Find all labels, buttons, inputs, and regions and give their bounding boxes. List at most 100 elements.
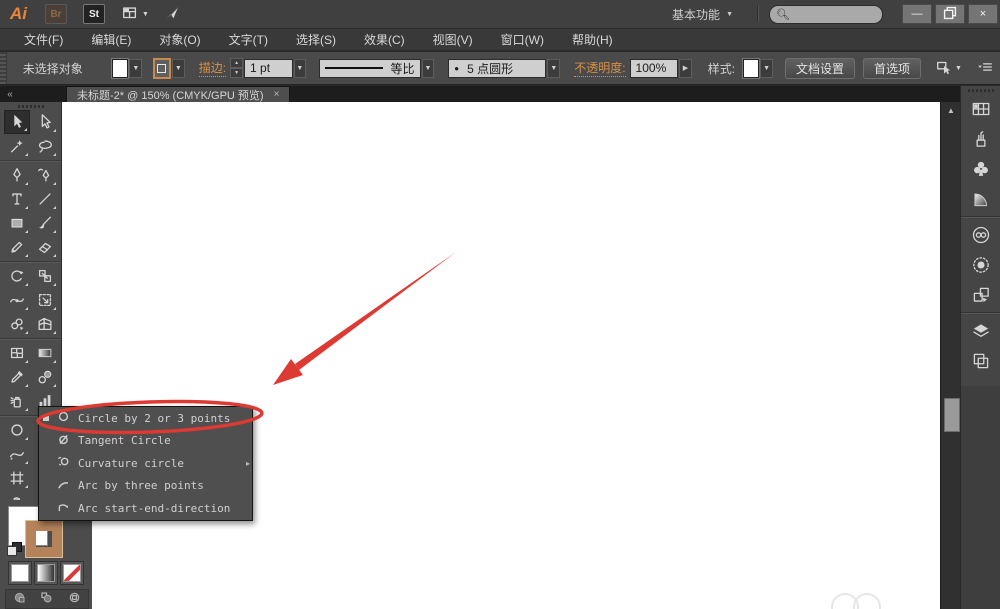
color-mode-button[interactable]	[8, 561, 32, 585]
layers-panel-icon[interactable]	[961, 316, 1000, 346]
circle-tool[interactable]	[4, 418, 30, 442]
free-transform-tool[interactable]	[32, 288, 58, 312]
magic-wand-tool[interactable]	[4, 134, 30, 158]
menu-选择S[interactable]: 选择(S)	[282, 29, 350, 51]
flyout-item-arc-by-three-points[interactable]: Arc by three points	[39, 475, 252, 498]
panel-menu-icon[interactable]	[976, 58, 994, 79]
flyout-item-circle-by-2-or-3-points[interactable]: Circle by 2 or 3 points	[39, 407, 252, 430]
default-fill-stroke-icon[interactable]	[7, 542, 22, 556]
paintbrush-tool[interactable]	[32, 211, 58, 235]
symbols-panel-icon[interactable]	[961, 154, 1000, 184]
opacity-field[interactable]: 100%	[629, 58, 678, 78]
eraser-tool[interactable]	[32, 235, 58, 259]
panel-grip[interactable]	[0, 52, 7, 84]
width-tool[interactable]	[4, 288, 30, 312]
artboard-tool[interactable]	[4, 466, 30, 490]
preferences-button[interactable]: 首选项	[862, 57, 921, 79]
none-mode-button[interactable]	[60, 561, 84, 585]
menu-文件F[interactable]: 文件(F)	[10, 29, 77, 51]
scrollbar-thumb[interactable]	[944, 398, 960, 432]
gradient-mode-button[interactable]	[34, 561, 58, 585]
draw-inside-icon[interactable]	[67, 590, 82, 608]
menu-效果C[interactable]: 效果(C)	[350, 29, 419, 51]
stroke-link[interactable]: 描边:	[198, 59, 227, 77]
pen-tool[interactable]	[4, 163, 30, 187]
pencil-tool[interactable]	[4, 235, 30, 259]
eyedropper-tool[interactable]	[4, 365, 30, 389]
stroke-swatch[interactable]	[25, 520, 63, 558]
close-button[interactable]: ×	[968, 4, 998, 24]
collapse-panels-icon[interactable]: «	[0, 86, 20, 102]
dock-grip[interactable]	[961, 86, 1000, 94]
menu-对象O[interactable]: 对象(O)	[145, 29, 214, 51]
document-setup-button[interactable]: 文档设置	[784, 57, 855, 79]
creative-cloud-panel-icon[interactable]	[961, 220, 1000, 250]
direct-selection-tool[interactable]	[32, 110, 58, 134]
fly-curvature-icon	[56, 454, 71, 472]
stroke-width-field[interactable]: 1 pt	[244, 58, 293, 78]
stroke-width-stepper[interactable]: ▲ ▼	[230, 58, 244, 78]
line-segment-tool[interactable]	[32, 187, 58, 211]
draw-normal-icon[interactable]	[12, 590, 27, 608]
opacity-dropdown[interactable]: ▶	[679, 58, 692, 78]
style-swatch[interactable]	[743, 58, 760, 78]
stroke-color-dropdown[interactable]: ▼	[171, 58, 185, 78]
flyout-item-tangent-circle[interactable]: Tangent Circle	[39, 430, 252, 453]
type-tool[interactable]	[4, 187, 30, 211]
opacity-link[interactable]: 不透明度:	[574, 59, 626, 77]
scroll-up-icon[interactable]: ▲	[941, 106, 961, 115]
color-panel-icon[interactable]	[961, 94, 1000, 124]
share-icon[interactable]	[163, 4, 181, 25]
brush-dropdown[interactable]: ▼	[547, 58, 561, 78]
minimize-button[interactable]: —	[902, 4, 932, 24]
stroke-width-dropdown[interactable]: ▼	[293, 58, 307, 78]
stock-icon[interactable]: St	[83, 4, 105, 24]
search-input[interactable]: 🔍︎	[769, 4, 883, 24]
flyout-item-curvature-circle[interactable]: Curvature circle	[39, 452, 252, 475]
document-tab[interactable]: 未标题-2* @ 150% (CMYK/GPU 预览) ×	[66, 86, 291, 102]
arrange-documents-icon[interactable]: ▼	[121, 4, 149, 25]
fill-color-dropdown[interactable]: ▼	[129, 58, 143, 78]
tab-close-icon[interactable]: ×	[274, 89, 280, 100]
tools-panel-grip[interactable]	[0, 102, 61, 110]
lasso-tool[interactable]	[32, 134, 58, 158]
select-similar-icon[interactable]: ▼	[935, 58, 962, 79]
draw-behind-icon[interactable]	[39, 590, 54, 608]
rectangle-tool[interactable]	[4, 211, 30, 235]
perspective-grid-tool[interactable]	[32, 312, 58, 336]
menu-窗口W[interactable]: 窗口(W)	[487, 29, 558, 51]
gradient-tool[interactable]	[32, 341, 58, 365]
brushes-panel-icon[interactable]	[961, 124, 1000, 154]
scale-tool[interactable]	[32, 264, 58, 288]
fill-color-swatch[interactable]	[112, 58, 129, 78]
shape-builder-tool[interactable]	[4, 312, 30, 336]
bridge-icon[interactable]: Br	[45, 4, 67, 24]
menu-帮助H[interactable]: 帮助(H)	[558, 29, 627, 51]
menu-文字T[interactable]: 文字(T)	[215, 29, 282, 51]
rotate-tool[interactable]	[4, 264, 30, 288]
selection-tool[interactable]	[3, 110, 30, 134]
curvature-pen-tool[interactable]	[32, 163, 58, 187]
mesh-tool[interactable]	[4, 341, 30, 365]
brush-select[interactable]: ● 5 点圆形	[448, 58, 547, 78]
curvature-tool[interactable]	[4, 442, 30, 466]
stroke-color-swatch[interactable]	[152, 57, 171, 79]
shape-builder-glyph	[8, 315, 23, 331]
workspace-switcher[interactable]: 基本功能 ▼	[672, 6, 733, 23]
stroke-profile-select[interactable]: 等比	[318, 58, 421, 78]
style-dropdown[interactable]: ▼	[760, 58, 773, 78]
menu-编辑E[interactable]: 编辑(E)	[77, 29, 145, 51]
flyout-item-label: Circle by 2 or 3 points	[78, 411, 231, 425]
vertical-scrollbar[interactable]: ▲	[940, 102, 961, 609]
restore-button[interactable]	[935, 4, 965, 24]
symbol-sprayer-tool[interactable]	[4, 389, 30, 413]
menu-视图V[interactable]: 视图(V)	[419, 29, 487, 51]
stroke-profile-dropdown[interactable]: ▼	[421, 58, 435, 78]
artboards-panel-icon[interactable]	[961, 346, 1000, 376]
artboard-canvas[interactable]	[62, 102, 940, 609]
blend-tool[interactable]	[32, 365, 58, 389]
transform-panel-icon[interactable]	[961, 280, 1000, 310]
gradient-panel-icon[interactable]	[961, 184, 1000, 214]
appearance-panel-icon[interactable]	[961, 250, 1000, 280]
flyout-item-arc-start-end-direction[interactable]: Arc start-end-direction	[39, 497, 252, 520]
